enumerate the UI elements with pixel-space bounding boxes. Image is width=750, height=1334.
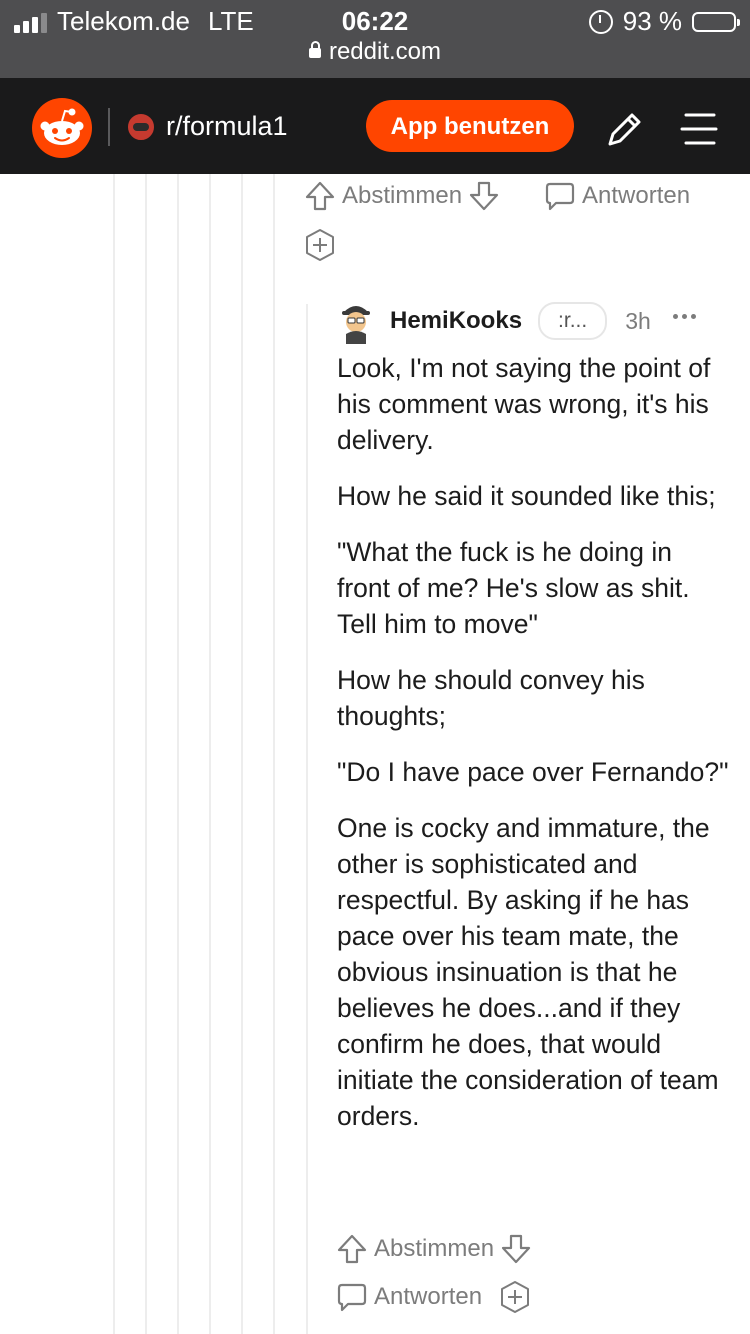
reddit-logo-icon[interactable] (32, 98, 92, 158)
pencil-icon[interactable] (604, 108, 646, 150)
comment-icon (545, 182, 575, 211)
comment-paragraph: "Do I have pace over Fernando?" (337, 757, 729, 787)
comment-thread: Abstimmen Antworten HemiKooks :r... 3h L… (0, 174, 750, 1334)
lock-icon (308, 41, 321, 58)
more-options-icon[interactable] (672, 313, 701, 329)
comment-icon (337, 1283, 367, 1312)
address-bar[interactable]: reddit.com (0, 38, 750, 66)
downvote-icon[interactable] (500, 1233, 532, 1265)
user-avatar[interactable] (336, 298, 376, 344)
vote-label: Abstimmen (342, 182, 463, 209)
use-app-button[interactable]: App benutzen (366, 100, 574, 152)
comment-header: HemiKooks :r... 3h (336, 298, 701, 344)
comment-paragraph: "What the fuck is he doing in front of m… (337, 537, 690, 639)
status-bar: Telekom.de LTE 06:22 93 % reddit.com (0, 0, 750, 78)
status-right: 93 % (588, 6, 740, 37)
reply-label: Antworten (374, 1283, 483, 1310)
reddit-header: r/formula1 App benutzen (0, 78, 750, 174)
username[interactable]: HemiKooks (390, 307, 522, 335)
upvote-icon[interactable] (304, 180, 336, 212)
comment-paragraph: One is cocky and immature, the other is … (337, 813, 719, 1131)
downvote-icon[interactable] (468, 180, 500, 212)
comment-reply-button[interactable]: Antworten (336, 1280, 532, 1314)
comment-paragraph: Look, I'm not saying the point of his co… (337, 353, 711, 455)
subreddit-avatar[interactable] (126, 112, 156, 142)
battery-percent: 93 % (622, 6, 682, 36)
award-icon[interactable] (303, 228, 337, 262)
comment-paragraph: How he said it sounded like this; (337, 481, 716, 511)
thread-line[interactable] (113, 174, 115, 1334)
reply-label: Antworten (582, 182, 691, 209)
thread-line[interactable] (177, 174, 179, 1334)
comment-body: Look, I'm not saying the point of his co… (337, 350, 731, 1154)
thread-line[interactable] (273, 174, 275, 1334)
parent-vote-bar: Abstimmen (304, 180, 500, 212)
url-text: reddit.com (328, 38, 442, 65)
parent-reply-button[interactable]: Antworten (544, 180, 696, 212)
battery-icon (692, 11, 740, 32)
alarm-icon (588, 9, 613, 34)
subreddit-name[interactable]: r/formula1 (166, 111, 288, 142)
upvote-icon[interactable] (336, 1233, 368, 1265)
user-flair: :r... (538, 302, 608, 340)
thread-line[interactable] (145, 174, 147, 1334)
thread-line[interactable] (209, 174, 211, 1334)
thread-line[interactable] (241, 174, 243, 1334)
vote-label: Abstimmen (374, 1235, 495, 1262)
comment-vote-bar: Abstimmen (336, 1233, 532, 1265)
comment-paragraph: How he should convey his thoughts; (337, 665, 645, 731)
header-divider (108, 108, 110, 146)
award-icon[interactable] (498, 1280, 532, 1314)
comment-age: 3h (625, 307, 651, 334)
menu-icon[interactable] (678, 108, 720, 150)
thread-line[interactable] (306, 304, 308, 1334)
